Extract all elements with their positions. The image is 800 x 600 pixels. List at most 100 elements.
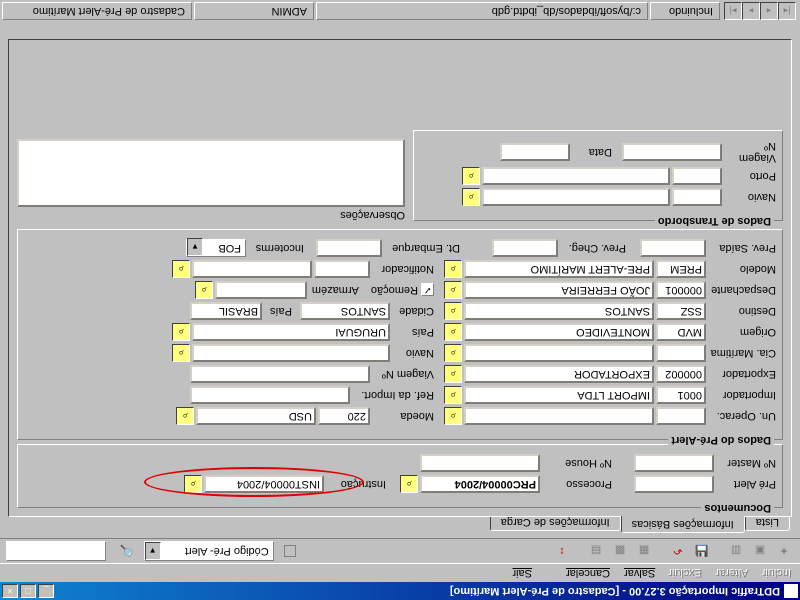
lookup-despachante[interactable]: ⌕ xyxy=(444,281,462,299)
lookup-unoperac[interactable]: ⌕ xyxy=(444,407,462,425)
input-exportador-name[interactable]: EXPORTADOR xyxy=(464,365,654,383)
minimize-button[interactable]: _ xyxy=(38,584,54,598)
input-viagem[interactable] xyxy=(190,365,370,383)
input-origem-code[interactable]: MVD xyxy=(656,323,706,341)
input-despachante-name[interactable]: JOÃO FERREIRA xyxy=(464,281,654,299)
lookup-instrucao[interactable]: ⌕ xyxy=(184,475,202,493)
chevron-down-icon[interactable]: ▼ xyxy=(145,542,161,560)
label-armazem: Armazém xyxy=(309,284,359,296)
input-notificador-name[interactable] xyxy=(192,260,312,278)
input-tporto-name[interactable] xyxy=(482,167,670,185)
menu-sair[interactable]: Sair xyxy=(512,567,532,579)
menu-salvar[interactable]: Salvar xyxy=(624,567,655,579)
binoculars-icon[interactable]: 🔍 xyxy=(120,545,134,558)
input-moeda-code[interactable]: 220 xyxy=(318,407,370,425)
input-notificador-code[interactable] xyxy=(314,260,370,278)
save-icon[interactable]: 💾 xyxy=(692,541,712,561)
input-tnavio-code[interactable] xyxy=(672,188,722,206)
lookup-processo[interactable]: ⌕ xyxy=(400,475,418,493)
input-modelo-code[interactable]: PREM xyxy=(656,260,706,278)
input-ciamaritima-code[interactable] xyxy=(656,344,706,362)
label-unoperac: Un. Operac. xyxy=(708,410,776,422)
input-pais[interactable]: URUGUAI xyxy=(192,323,390,341)
tool3-icon[interactable]: ▤ xyxy=(586,541,606,561)
input-despachante-code[interactable]: 000001 xyxy=(656,281,706,299)
menu-alterar[interactable]: Alterar xyxy=(716,567,748,579)
label-cidade: Cidade xyxy=(392,305,434,317)
lookup-moeda[interactable]: ⌕ xyxy=(176,407,194,425)
input-tnavio-name[interactable] xyxy=(482,188,670,206)
input-cidade[interactable]: SANTOS xyxy=(300,302,390,320)
input-unoperac-code[interactable] xyxy=(656,407,706,425)
input-importador-code[interactable]: 0001 xyxy=(656,386,706,404)
search-input[interactable] xyxy=(6,541,106,561)
lookup-pais[interactable]: ⌕ xyxy=(172,323,190,341)
input-processo[interactable]: PRC00004/2004 xyxy=(420,475,540,493)
input-tviagem[interactable] xyxy=(622,143,722,161)
search-field-combo[interactable]: Código Pré- Alert ▼ xyxy=(144,541,274,561)
nav-last[interactable]: ▸| xyxy=(724,2,742,20)
label-destino: Destino xyxy=(708,305,776,317)
label-processo: Processo xyxy=(542,478,612,490)
input-prealert[interactable] xyxy=(634,475,714,493)
input-exportador-code[interactable]: 000002 xyxy=(656,365,706,383)
close-button[interactable]: × xyxy=(2,584,18,598)
group-observacoes: Observações xyxy=(17,130,405,221)
input-ciamaritima-name[interactable] xyxy=(464,344,654,362)
input-pais2[interactable]: BRASIL xyxy=(190,302,262,320)
input-importador-name[interactable]: IMPORT LTDA xyxy=(464,386,654,404)
input-origem-name[interactable]: MONTEVIDEO xyxy=(464,323,654,341)
menu-cancelar[interactable]: Cancelar xyxy=(566,567,610,579)
nav-first[interactable]: |◂ xyxy=(778,2,796,20)
input-prevsaida[interactable] xyxy=(640,239,706,257)
open-icon[interactable]: ▣ xyxy=(750,541,770,561)
input-destino-name[interactable]: SANTOS xyxy=(464,302,654,320)
tool1-icon[interactable]: ▦ xyxy=(634,541,654,561)
input-instrucao[interactable]: INST00004/2004 xyxy=(204,475,324,493)
tool2-icon[interactable]: ▩ xyxy=(610,541,630,561)
new-icon[interactable]: ✦ xyxy=(774,541,794,561)
delete-icon[interactable]: ▥ xyxy=(726,541,746,561)
undo-icon[interactable]: ↶ xyxy=(668,541,688,561)
tab-basicas[interactable]: Informações Básicas xyxy=(621,516,745,533)
input-navio[interactable] xyxy=(192,344,390,362)
label-viagem: Viagem Nº xyxy=(372,368,434,380)
tool4-icon[interactable]: ↕ xyxy=(552,541,572,561)
lookup-destino[interactable]: ⌕ xyxy=(444,302,462,320)
input-moeda-name[interactable]: USD xyxy=(196,407,316,425)
input-dtembarque[interactable] xyxy=(316,239,382,257)
menu-incluir[interactable]: Incluir xyxy=(763,567,792,579)
lookup-ciamaritima[interactable]: ⌕ xyxy=(444,344,462,362)
search-icon xyxy=(284,545,296,557)
nav-next[interactable]: ▸ xyxy=(742,2,760,20)
chevron-down-icon[interactable]: ▼ xyxy=(187,238,203,256)
lookup-navio[interactable]: ⌕ xyxy=(172,344,190,362)
input-modelo-name[interactable]: PRE-ALERT MARÍTIMO xyxy=(464,260,654,278)
lookup-notificador[interactable]: ⌕ xyxy=(172,260,190,278)
lookup-modelo[interactable]: ⌕ xyxy=(444,260,462,278)
input-tdata[interactable] xyxy=(500,143,570,161)
lookup-tnavio[interactable]: ⌕ xyxy=(462,188,480,206)
input-refimport[interactable] xyxy=(190,386,350,404)
input-house[interactable] xyxy=(420,454,540,472)
combo-incoterms[interactable]: FOB ▼ xyxy=(186,239,246,257)
label-house: Nº House xyxy=(542,457,612,469)
maximize-button[interactable]: □ xyxy=(20,584,36,598)
window-title: DDTraffic Importação 3.27.00 - [Cadastro… xyxy=(56,585,780,597)
lookup-armazem[interactable]: ⌕ xyxy=(195,281,213,299)
checkbox-remocao[interactable]: ✓ xyxy=(421,284,434,297)
input-destino-code[interactable]: SSZ xyxy=(656,302,706,320)
lookup-tporto[interactable]: ⌕ xyxy=(462,167,480,185)
input-prevcheg[interactable] xyxy=(492,239,558,257)
input-armazem[interactable] xyxy=(215,281,307,299)
lookup-importador[interactable]: ⌕ xyxy=(444,386,462,404)
input-unoperac-name[interactable] xyxy=(464,407,654,425)
lookup-exportador[interactable]: ⌕ xyxy=(444,365,462,383)
input-master[interactable] xyxy=(634,454,714,472)
lookup-origem[interactable]: ⌕ xyxy=(444,323,462,341)
menu-excluir[interactable]: Excluir xyxy=(669,567,702,579)
nav-prev[interactable]: ◂ xyxy=(760,2,778,20)
label-pais: País xyxy=(392,326,434,338)
input-tporto-code[interactable] xyxy=(672,167,722,185)
textarea-obs[interactable] xyxy=(17,139,405,207)
